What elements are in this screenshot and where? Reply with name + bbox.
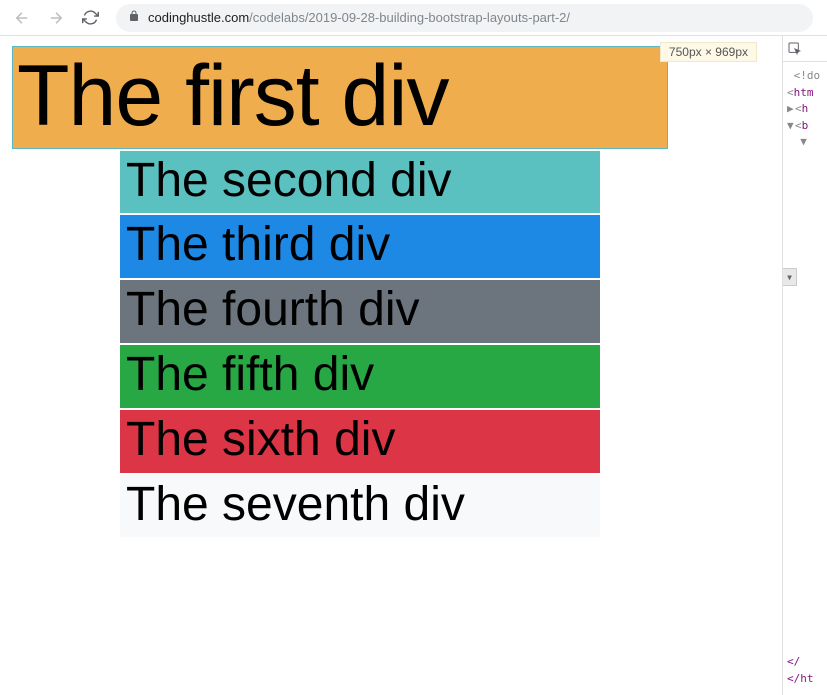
devtools-head-tag: ▶<h — [787, 101, 825, 118]
devtools-html-tag: <htm — [787, 85, 825, 102]
page-viewport: 750px × 969px The first div The second d… — [0, 36, 827, 695]
reload-button[interactable] — [76, 4, 104, 32]
second-div: The second div — [120, 151, 600, 214]
dimension-tooltip: 750px × 969px — [660, 42, 757, 62]
arrow-right-icon — [47, 9, 65, 27]
devtools-closing-tags: </ </ht — [787, 654, 814, 687]
devtools-panel[interactable]: <!do <htm ▶<h ▼<b ▼ … ▼ </ </ht — [782, 36, 827, 695]
devtools-doctype: <!do — [787, 68, 825, 85]
page-content: The first div The second div The third d… — [0, 36, 827, 537]
url-domain: codinghustle.com — [148, 10, 249, 25]
devtools-elements[interactable]: <!do <htm ▶<h ▼<b ▼ — [783, 62, 827, 151]
fifth-div: The fifth div — [120, 345, 600, 408]
first-div: The first div — [12, 46, 668, 149]
forward-button[interactable] — [42, 4, 70, 32]
seventh-div: The seventh div — [120, 475, 600, 538]
devtools-toolbar — [783, 36, 827, 62]
browser-toolbar: codinghustle.com/codelabs/2019-09-28-bui… — [0, 0, 827, 36]
back-button[interactable] — [8, 4, 36, 32]
chevron-down-icon: ▼ — [787, 273, 792, 282]
url-path: /codelabs/2019-09-28-building-bootstrap-… — [249, 10, 570, 25]
inspect-element-icon[interactable] — [787, 41, 803, 57]
reload-icon — [82, 9, 99, 26]
sixth-div: The sixth div — [120, 410, 600, 473]
url-bar[interactable]: codinghustle.com/codelabs/2019-09-28-bui… — [116, 4, 813, 32]
lock-icon — [128, 10, 140, 25]
fourth-div: The fourth div — [120, 280, 600, 343]
devtools-expand: ▼ — [787, 134, 825, 151]
devtools-body-tag: ▼<b — [787, 118, 825, 135]
devtools-resize-handle[interactable]: … ▼ — [782, 268, 797, 286]
arrow-left-icon — [13, 9, 31, 27]
third-div: The third div — [120, 215, 600, 278]
